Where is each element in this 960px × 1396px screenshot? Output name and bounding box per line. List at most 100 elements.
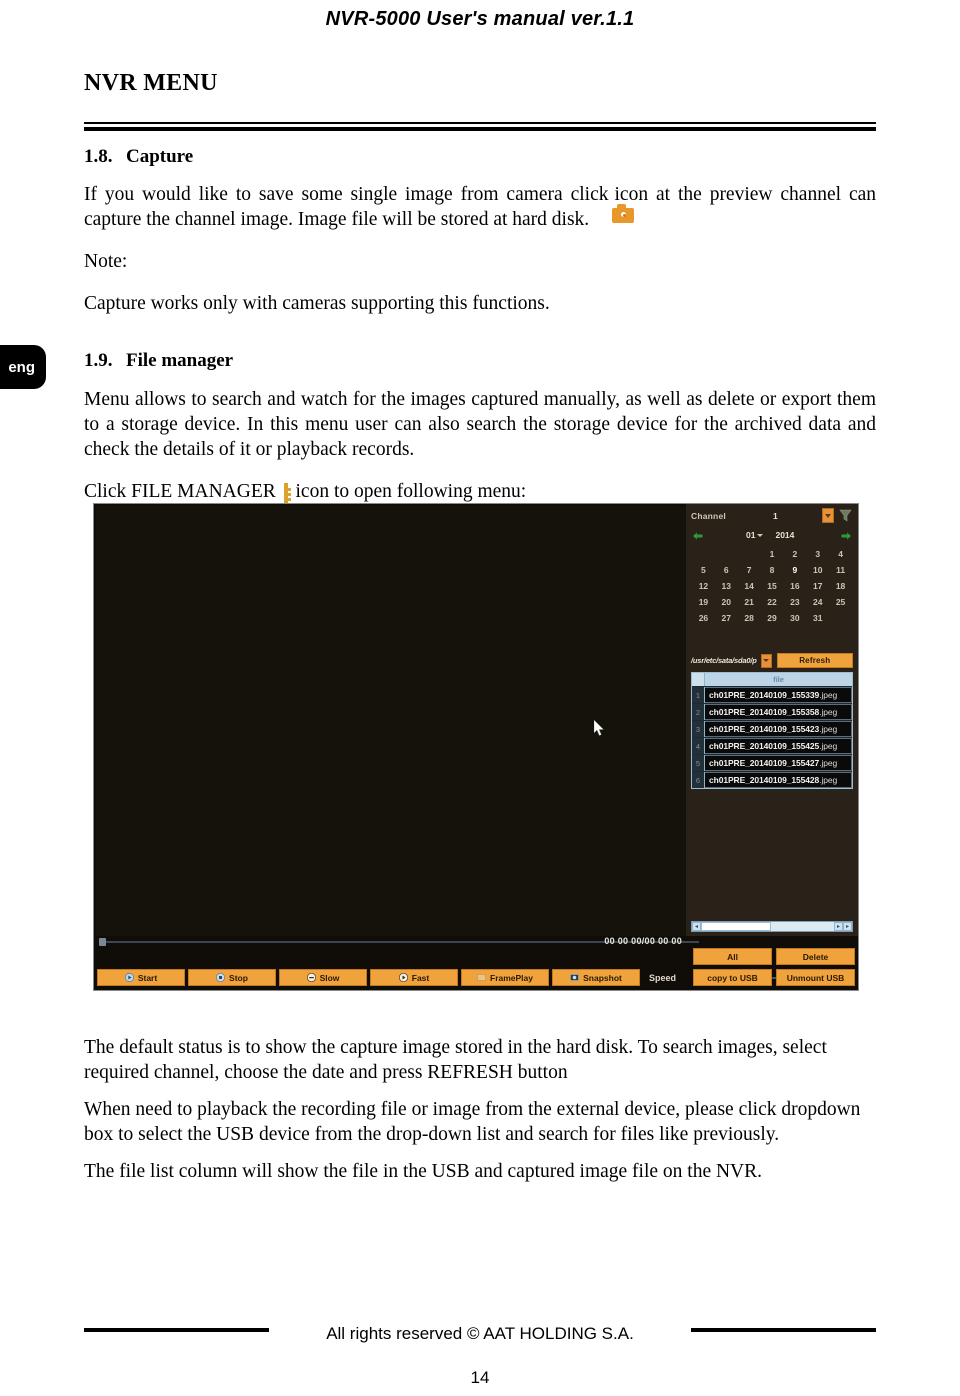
file-row-basename: ch01PRE_20140109_155423 bbox=[709, 724, 820, 734]
file-row-name: ch01PRE_20140109_155339 .jpeg bbox=[705, 687, 852, 703]
calendar-day[interactable]: 15 bbox=[761, 578, 784, 594]
table-row[interactable]: 4 ch01PRE_20140109_155425 .jpeg bbox=[692, 737, 852, 754]
page-number: 14 bbox=[470, 1368, 490, 1387]
unmount-usb-button[interactable]: Unmount USB bbox=[776, 969, 855, 986]
calendar-day[interactable]: 21 bbox=[738, 594, 761, 610]
calendar-day[interactable]: 17 bbox=[806, 578, 829, 594]
scroll-right-button[interactable]: ▸ bbox=[834, 922, 843, 931]
calendar-day[interactable]: 14 bbox=[738, 578, 761, 594]
calendar-day[interactable]: 6 bbox=[715, 562, 738, 578]
stop-button[interactable]: Stop bbox=[188, 969, 276, 986]
file-list-index-header bbox=[692, 673, 705, 686]
file-row-name: ch01PRE_20140109_155427 .jpeg bbox=[705, 755, 852, 771]
calendar-day[interactable]: 20 bbox=[715, 594, 738, 610]
calendar-day[interactable]: 24 bbox=[806, 594, 829, 610]
stop-button-label: Stop bbox=[229, 972, 248, 983]
calendar-day[interactable]: 11 bbox=[829, 562, 852, 578]
calendar-day[interactable]: 1 bbox=[761, 546, 784, 562]
section-title: Capture bbox=[126, 146, 194, 167]
channel-dropdown-button[interactable] bbox=[822, 508, 834, 523]
calendar-day bbox=[761, 626, 784, 642]
calendar-day[interactable]: 31 bbox=[806, 610, 829, 626]
calendar-day bbox=[738, 626, 761, 642]
select-all-button[interactable]: All bbox=[693, 948, 772, 965]
calendar-day[interactable]: 18 bbox=[829, 578, 852, 594]
file-list-horizontal-scrollbar[interactable]: ◂ ▸ ▸ bbox=[691, 921, 853, 932]
slow-button-label: Slow bbox=[319, 972, 340, 983]
calendar-day[interactable]: 30 bbox=[783, 610, 806, 626]
table-row[interactable]: 5 ch01PRE_20140109_155427 .jpeg bbox=[692, 754, 852, 771]
file-row-extension: .jpeg bbox=[819, 724, 838, 734]
table-row[interactable]: 1 ch01PRE_20140109_155339 .jpeg bbox=[692, 686, 852, 703]
storage-path-row: /usr/etc/sata/sda0/p Refresh bbox=[691, 653, 853, 668]
fast-button[interactable]: Fast bbox=[370, 969, 458, 986]
language-tab-eng[interactable]: eng bbox=[0, 345, 46, 389]
calendar-day[interactable]: 8 bbox=[761, 562, 784, 578]
page-footer: All rights reserved © AAT HOLDING S.A. bbox=[0, 1324, 960, 1344]
calendar-day[interactable]: 3 bbox=[806, 546, 829, 562]
channel-value: 1 bbox=[772, 510, 778, 521]
scrollbar-thumb[interactable] bbox=[701, 922, 771, 931]
calendar-day[interactable]: 19 bbox=[692, 594, 715, 610]
start-button[interactable]: Start bbox=[97, 969, 185, 986]
footer-rule-right bbox=[691, 1328, 876, 1332]
file-row-extension: .jpeg bbox=[819, 775, 838, 785]
refresh-button[interactable]: Refresh bbox=[776, 653, 853, 668]
file-manager-trailing-text: The default status is to show the captur… bbox=[84, 1035, 876, 1184]
file-manager-text-after-icon: icon to open following menu: bbox=[295, 481, 527, 502]
calendar-day[interactable]: 23 bbox=[783, 594, 806, 610]
calendar-header: 01 2014 bbox=[692, 527, 852, 543]
calendar-day[interactable]: 7 bbox=[738, 562, 761, 578]
arrow-right-icon[interactable] bbox=[840, 529, 852, 541]
calendar-grid: 1 2 3 4 5 6 7 8 9 10 11 12 13 14 15 16 1… bbox=[692, 546, 852, 642]
capture-note-label: Note: bbox=[84, 251, 128, 272]
copy-to-usb-button[interactable]: copy to USB bbox=[693, 969, 772, 986]
section-number: 1.9. bbox=[84, 350, 113, 371]
calendar-day[interactable]: 29 bbox=[761, 610, 784, 626]
calendar-day-selected[interactable]: 9 bbox=[783, 562, 806, 578]
calendar-day bbox=[806, 626, 829, 642]
calendar-day[interactable]: 13 bbox=[715, 578, 738, 594]
file-row-basename: ch01PRE_20140109_155358 bbox=[709, 707, 820, 717]
slow-button[interactable]: Slow bbox=[279, 969, 367, 986]
file-row-basename: ch01PRE_20140109_155428 bbox=[709, 775, 820, 785]
section-number: 1.8. bbox=[84, 146, 113, 167]
calendar-day[interactable]: 5 bbox=[692, 562, 715, 578]
calendar-day[interactable]: 22 bbox=[761, 594, 784, 610]
calendar-day[interactable]: 28 bbox=[738, 610, 761, 626]
calendar-day[interactable]: 12 bbox=[692, 578, 715, 594]
storage-path-dropdown[interactable] bbox=[760, 653, 772, 668]
funnel-icon[interactable] bbox=[838, 508, 853, 523]
scroll-left-button[interactable]: ◂ bbox=[692, 922, 701, 931]
calendar-day[interactable]: 4 bbox=[829, 546, 852, 562]
frameplay-button[interactable]: FramePlay bbox=[461, 969, 549, 986]
calendar-year[interactable]: 2014 bbox=[775, 530, 794, 540]
calendar-day[interactable]: 27 bbox=[715, 610, 738, 626]
calendar-day[interactable]: 25 bbox=[829, 594, 852, 610]
snapshot-button[interactable]: Snapshot bbox=[552, 969, 640, 986]
calendar-day[interactable]: 26 bbox=[692, 610, 715, 626]
calendar-day[interactable]: 2 bbox=[783, 546, 806, 562]
file-action-buttons: All Delete copy to USB Unmount USB bbox=[693, 948, 855, 986]
calendar-day bbox=[738, 546, 761, 562]
date-calendar: 01 2014 1 2 3 4 5 6 7 8 9 10 11 12 13 14… bbox=[691, 527, 853, 642]
capture-paragraph-1: If you would like to save some single im… bbox=[84, 182, 876, 232]
manual-page: NVR-5000 User's manual ver.1.1 NVR MENU … bbox=[0, 0, 960, 1396]
arrow-left-icon[interactable] bbox=[692, 529, 704, 541]
footer-rule-left bbox=[84, 1328, 269, 1332]
play-circle-icon bbox=[124, 973, 134, 982]
scroll-page-right-button[interactable]: ▸ bbox=[843, 922, 852, 931]
table-row[interactable]: 2 ch01PRE_20140109_155358 .jpeg bbox=[692, 703, 852, 720]
calendar-month[interactable]: 01 bbox=[746, 530, 764, 540]
table-row[interactable]: 3 ch01PRE_20140109_155423 .jpeg bbox=[692, 720, 852, 737]
playback-timecode: 00 00 00/00 00 00 bbox=[604, 936, 682, 946]
file-row-extension: .jpeg bbox=[819, 690, 838, 700]
storage-path-value: /usr/etc/sata/sda0/p bbox=[691, 656, 757, 665]
calendar-day[interactable]: 16 bbox=[783, 578, 806, 594]
progress-handle[interactable] bbox=[99, 938, 106, 946]
calendar-day[interactable]: 10 bbox=[806, 562, 829, 578]
file-row-index: 2 bbox=[692, 704, 705, 720]
table-row[interactable]: 6 ch01PRE_20140109_155428 .jpeg bbox=[692, 771, 852, 788]
file-row-extension: .jpeg bbox=[819, 707, 838, 717]
delete-button[interactable]: Delete bbox=[776, 948, 855, 965]
